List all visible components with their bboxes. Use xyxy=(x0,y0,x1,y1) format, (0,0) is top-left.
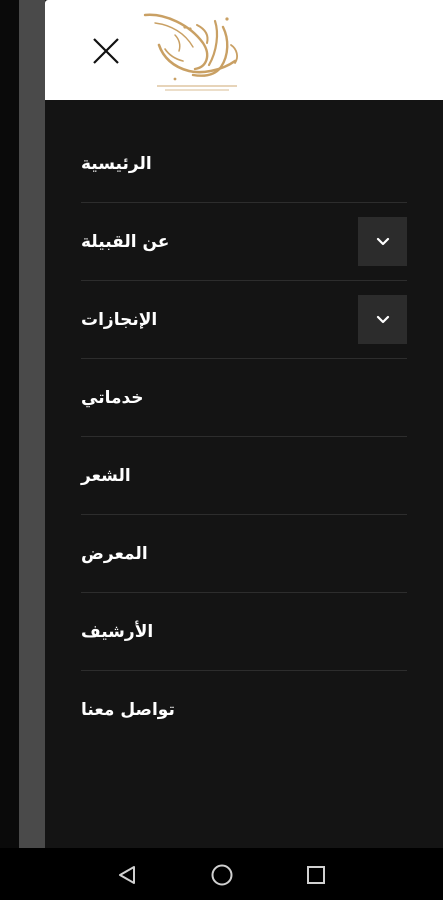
menu-item-label: عن القبيلة xyxy=(81,231,170,252)
menu-item-home[interactable]: الرئيسية xyxy=(81,125,407,203)
close-icon xyxy=(93,38,119,64)
menu-item-about-tribe[interactable]: عن القبيلة xyxy=(81,203,407,281)
menu-item-gallery[interactable]: المعرض xyxy=(81,515,407,593)
menu-item-services[interactable]: خدماتي xyxy=(81,359,407,437)
nav-recents-button[interactable] xyxy=(301,860,331,890)
expand-achievements-button[interactable] xyxy=(358,295,407,344)
menu-item-achievements[interactable]: الإنجازات xyxy=(81,281,407,359)
nav-home-button[interactable] xyxy=(207,860,237,890)
nav-back-icon xyxy=(119,866,135,884)
menu-item-poetry[interactable]: الشعر xyxy=(81,437,407,515)
expand-about-button[interactable] xyxy=(358,217,407,266)
menu-item-archive[interactable]: الأرشيف xyxy=(81,593,407,671)
system-nav-bar xyxy=(0,848,443,900)
tribe-logo[interactable] xyxy=(135,5,245,97)
background-edge xyxy=(0,0,19,848)
menu-item-label: الأرشيف xyxy=(81,621,154,642)
menu-item-label: خدماتي xyxy=(81,387,144,408)
chevron-down-icon xyxy=(376,237,389,245)
drawer-scrim[interactable] xyxy=(19,0,45,848)
menu-item-label: الإنجازات xyxy=(81,309,158,330)
close-button[interactable] xyxy=(85,30,127,72)
app-screen: الرئيسية عن القبيلة الإنجازات خدماتي الش… xyxy=(0,0,443,900)
menu-item-label: الرئيسية xyxy=(81,153,152,174)
menu-item-label: الشعر xyxy=(81,465,131,486)
nav-back-button[interactable] xyxy=(112,860,142,890)
nav-home-icon xyxy=(211,864,233,886)
calligraphy-logo-icon xyxy=(143,13,238,91)
menu-item-contact[interactable]: تواصل معنا xyxy=(81,671,407,748)
drawer-header xyxy=(45,0,443,100)
menu-item-label: تواصل معنا xyxy=(81,699,175,720)
navigation-drawer: الرئيسية عن القبيلة الإنجازات خدماتي الش… xyxy=(45,0,443,848)
menu-item-label: المعرض xyxy=(81,543,148,564)
chevron-down-icon xyxy=(376,315,389,323)
nav-recents-icon xyxy=(307,866,325,884)
drawer-menu: الرئيسية عن القبيلة الإنجازات خدماتي الش… xyxy=(81,125,407,748)
